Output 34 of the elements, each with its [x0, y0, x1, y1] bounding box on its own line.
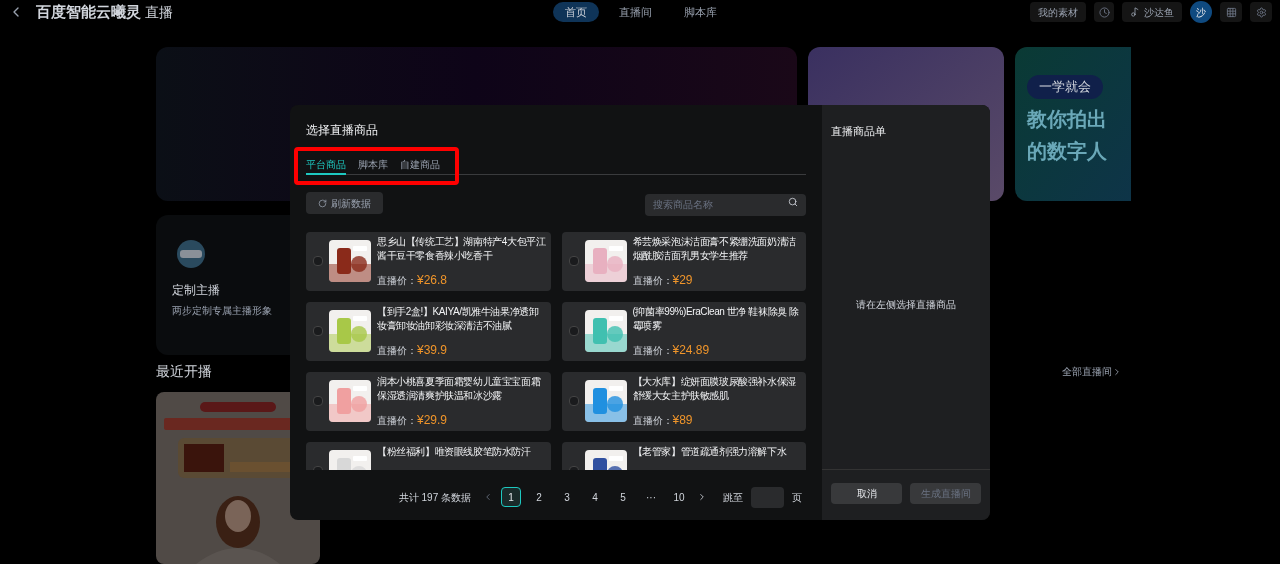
price-label: 直播价：	[377, 273, 417, 288]
product-title: (抑菌率99%)EraClean 世净 鞋袜除臭 除霉喷雾	[632, 304, 800, 333]
price-label: 直播价：	[377, 413, 417, 428]
price: ¥26.8	[417, 271, 448, 289]
product-title: 润本小桃喜夏季面霜婴幼儿童宝宝面霜保湿透润清爽护肤温和冰沙露	[377, 374, 542, 403]
price: ¥29.9	[417, 411, 448, 429]
promo-heading: 教你拍出	[1027, 106, 1107, 131]
panel-title: 直播商品单	[830, 124, 887, 139]
product-title: 思乡山【传统工艺】湖南特产4大包平江酱干豆干零食香辣小吃香干	[377, 234, 547, 263]
section-title: 最近开播	[156, 362, 212, 381]
price-label: 直播价：	[632, 343, 673, 358]
price-label: 直播价：	[377, 343, 417, 358]
empty-hint: 请在左侧选择直播商品	[856, 297, 956, 312]
price-label: 直播价：	[632, 273, 673, 288]
product-title: 希芸焕采泡沫洁面膏不紧绷洗面奶清洁烟酰胺洁面乳男女学生推荐	[632, 234, 797, 263]
promo-heading: 的数字人	[1027, 138, 1107, 163]
product-title: 【老管家】管道疏通剂强力溶解下水	[632, 444, 787, 459]
price: ¥39.9	[417, 341, 448, 359]
product-title: 【到手2盒!】KAIYA/凯雅牛油果净透卸妆膏卸妆油卸彩妆深清洁不油腻	[377, 304, 540, 333]
price-label: 直播价：	[632, 413, 673, 428]
jump-label: 跳至	[723, 490, 743, 505]
product-title: 直播	[145, 2, 173, 22]
price: ¥24.89	[672, 341, 710, 359]
product-title: 【粉丝福利】唯资眼线胶笔防水防汗	[377, 444, 531, 459]
price: ¥29	[672, 271, 693, 289]
badge: 一学就会	[1027, 75, 1103, 99]
feature-title: 定制主播	[172, 282, 220, 299]
feature-subtitle: 两步定制专属主播形象	[172, 304, 272, 318]
product-title: 【大水库】绽妍面膜玻尿酸强补水保湿舒缓大女主护肤敏感肌	[632, 374, 797, 403]
total-count: 共计 197 条数据	[398, 490, 471, 505]
dialog-title: 选择直播商品	[306, 122, 379, 139]
price: ¥89	[672, 411, 693, 429]
brand-title: 百度智能云曦灵	[36, 1, 141, 22]
page-suffix: 页	[792, 490, 802, 505]
